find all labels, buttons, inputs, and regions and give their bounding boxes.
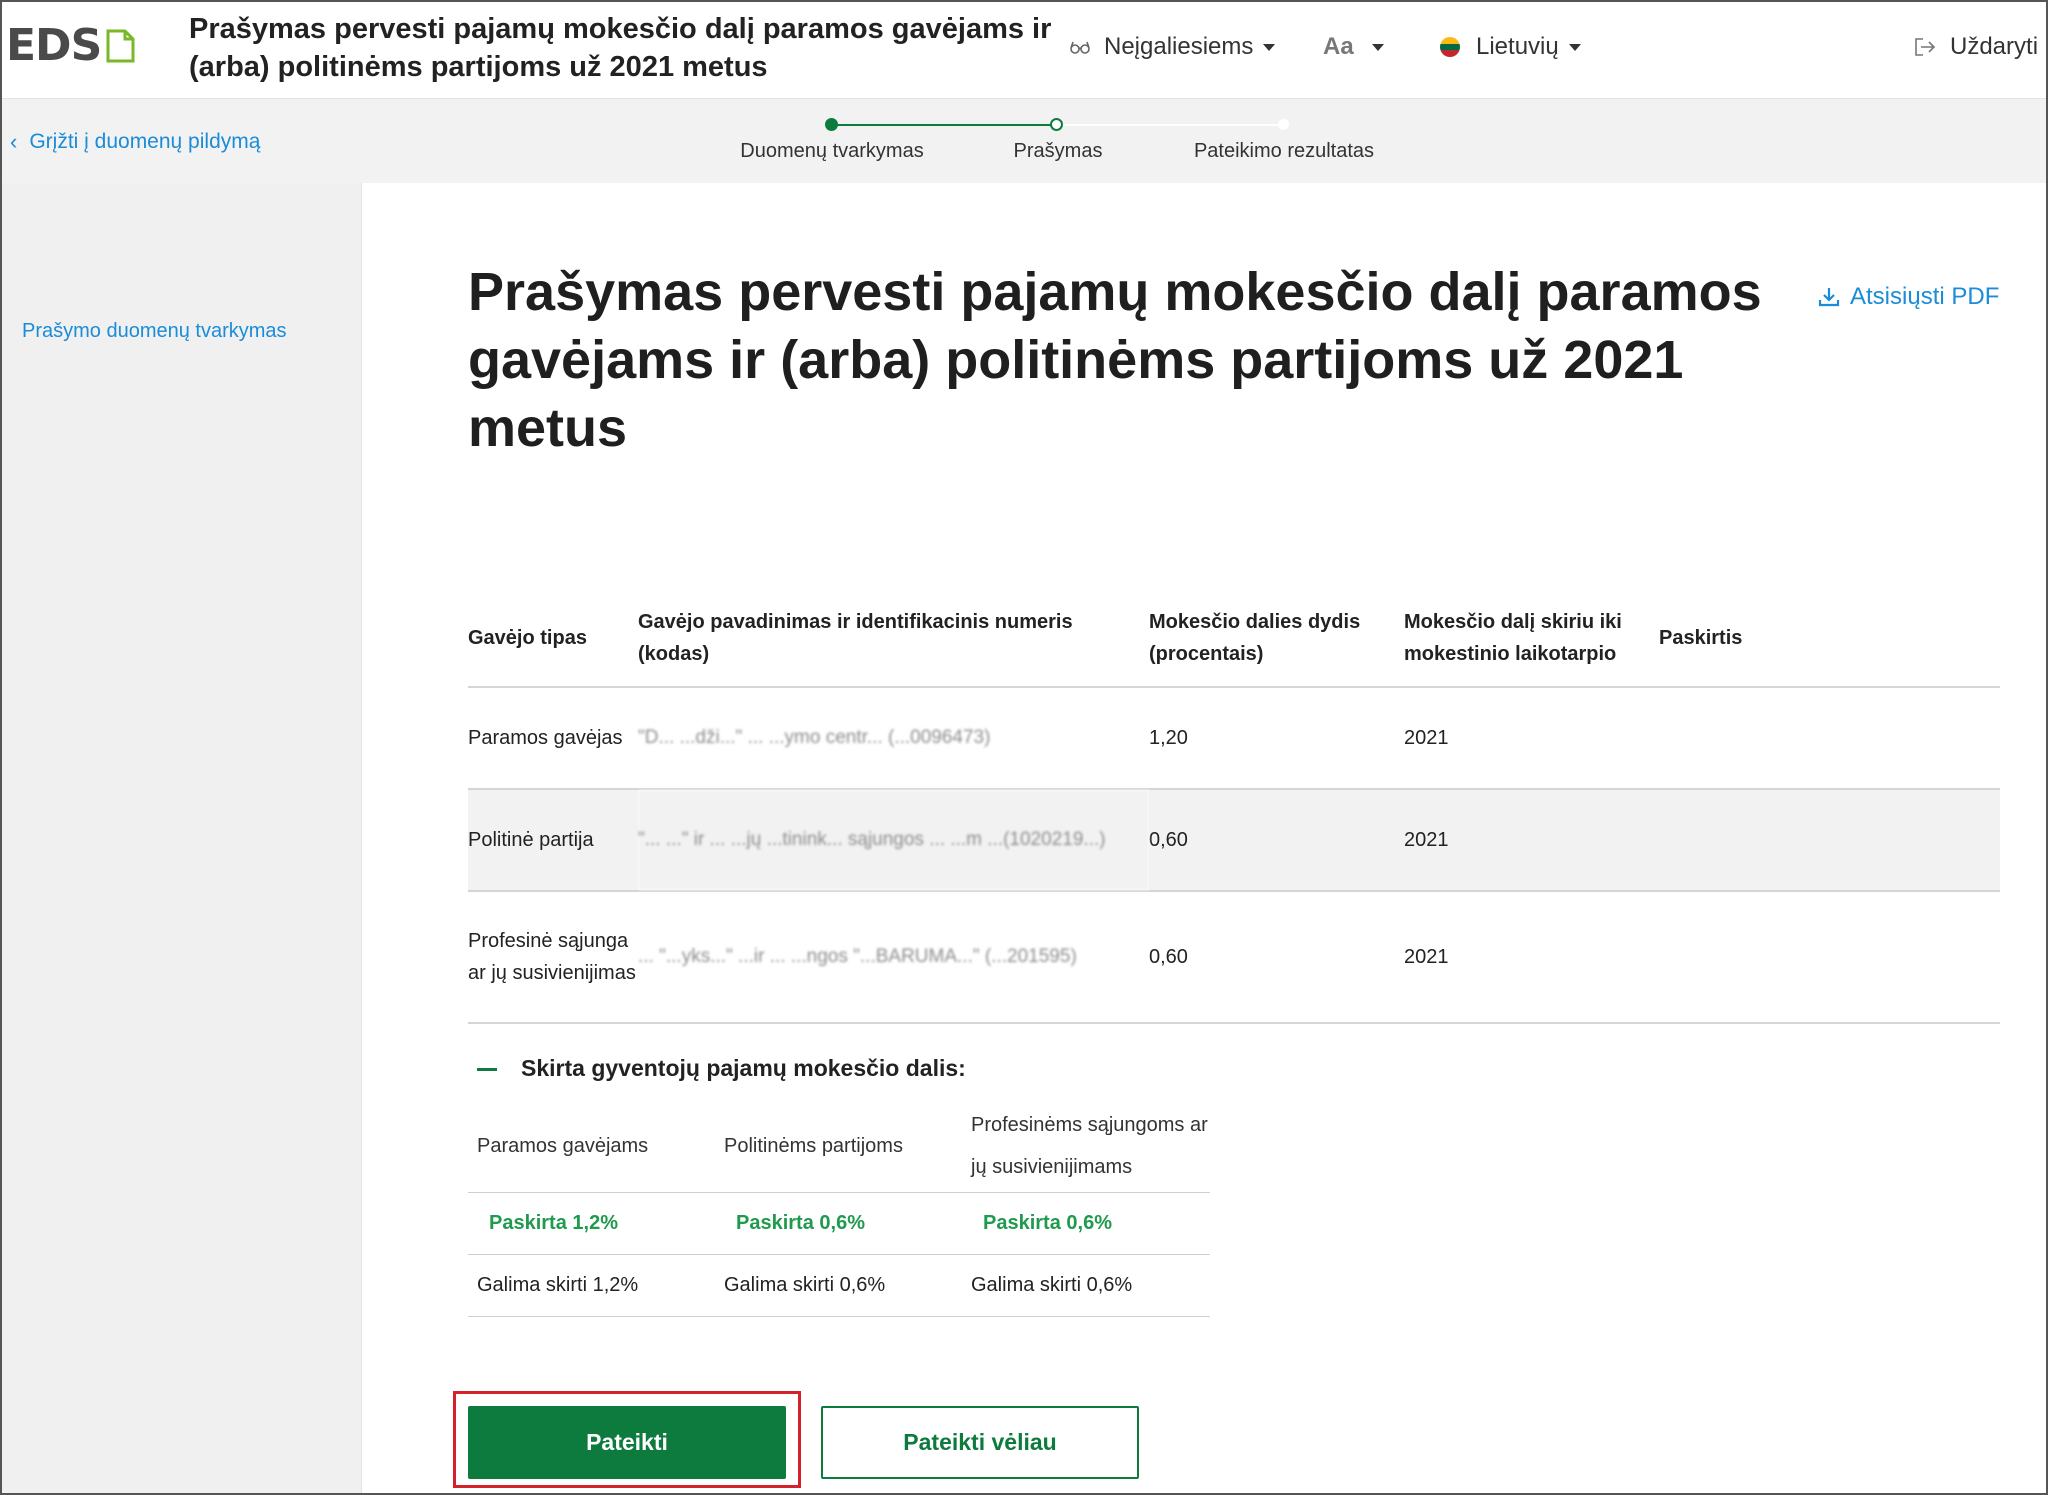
step-dot-upcoming [1278, 119, 1289, 130]
document-logo-icon [106, 29, 135, 63]
glasses-icon [1070, 41, 1090, 54]
summary-col-parties: Politinėms partijoms [715, 1100, 962, 1193]
assigned-unions: Paskirta 0,6% [962, 1192, 1210, 1255]
language-label: Lietuvių [1476, 33, 1559, 60]
language-menu[interactable]: Lietuvių [1440, 30, 1581, 64]
step-label-request[interactable]: Prašymas [948, 140, 1168, 163]
chevron-down-icon [1371, 43, 1384, 51]
summary-header-row: Paramos gavėjams Politinėms partijoms Pr… [468, 1100, 1210, 1193]
sidebar: Prašymo duomenų tvarkymas [2, 183, 362, 1493]
logo-text: EDS [6, 20, 102, 71]
submit-button[interactable]: Pateikti [468, 1406, 786, 1479]
step-label-result: Pateikimo rezultatas [1193, 140, 1375, 162]
table-row[interactable]: Paramos gavėjas "D... ...dži..." ... ...… [468, 687, 2000, 790]
font-size-label: Aa [1323, 33, 1354, 60]
step-connector-completed [831, 124, 1056, 126]
col-header-until: Mokesčio dalį skiriu iki mokestinio laik… [1404, 590, 1659, 688]
summary-title: Skirta gyventojų pajamų mokesčio dalis: [521, 1055, 966, 1081]
summary-col-unions: Profesinėms sąjungoms ar jų susivienijim… [962, 1100, 1210, 1193]
chevron-down-icon [1263, 43, 1276, 51]
col-header-percent: Mokesčio dalies dydis (procentais) [1149, 590, 1404, 688]
cell-percent: 1,20 [1149, 687, 1404, 790]
download-pdf-link[interactable]: Atsisiųsti PDF [1818, 283, 1999, 311]
summary-toggle[interactable]: Skirta gyventojų pajamų mokesčio dalis: [477, 1055, 966, 1082]
step-connector-upcoming [1056, 124, 1284, 126]
step-dot-completed [825, 118, 838, 131]
app-header: EDS Prašymas pervesti pajamų mokesčio da… [2, 2, 2046, 99]
lithuania-flag-icon [1440, 37, 1460, 57]
cell-until: 2021 [1404, 789, 1659, 892]
cell-purpose [1659, 687, 2000, 790]
cell-type: Profesinė sąjunga ar jų susivienijimas [468, 891, 638, 1024]
close-button[interactable]: Uždaryti [1914, 30, 2038, 64]
summary-available-row: Galima skirti 1,2% Galima skirti 0,6% Ga… [468, 1254, 1210, 1317]
available-support: Galima skirti 1,2% [468, 1254, 715, 1317]
accessibility-label: Neįgaliesiems [1104, 33, 1254, 60]
submit-later-button[interactable]: Pateikti vėliau [821, 1406, 1139, 1479]
col-header-recipient: Gavėjo pavadinimas ir identifikacinis nu… [638, 590, 1149, 688]
chevron-down-icon [1568, 43, 1581, 51]
recipients-table: Gavėjo tipas Gavėjo pavadinimas ir ident… [468, 590, 2000, 1024]
table-row[interactable]: Profesinė sąjunga ar jų susivienijimas .… [468, 891, 2000, 1024]
cell-type: Politinė partija [468, 789, 638, 892]
cell-type: Paramos gavėjas [468, 687, 638, 790]
col-header-type: Gavėjo tipas [468, 590, 638, 688]
close-label: Uždaryti [1950, 33, 2039, 60]
cell-purpose [1659, 891, 2000, 1024]
step-dot-current [1050, 118, 1063, 131]
eds-logo[interactable]: EDS [6, 24, 135, 68]
back-link[interactable]: ‹ Grįžti į duomenų pildymą [10, 129, 260, 155]
cell-until: 2021 [1404, 891, 1659, 1024]
download-pdf-label: Atsisiųsti PDF [1850, 283, 2000, 310]
app-title: Prašymas pervesti pajamų mokesčio dalį p… [189, 13, 1052, 83]
table-row[interactable]: Politinė partija "... ..." ir ... ...jų … [468, 789, 2000, 892]
logout-icon [1915, 38, 1936, 56]
available-parties: Galima skirti 0,6% [715, 1254, 962, 1317]
download-icon [1818, 288, 1840, 307]
col-header-purpose: Paskirtis [1659, 590, 2000, 688]
cell-recipient-redacted: "D... ...dži..." ... ...ymo centr... (..… [638, 687, 1149, 790]
summary-assigned-row: Paskirta 1,2% Paskirta 0,6% Paskirta 0,6… [468, 1192, 1210, 1255]
sidebar-item-data-management[interactable]: Prašymo duomenų tvarkymas [22, 320, 287, 343]
assigned-support: Paskirta 1,2% [468, 1192, 715, 1255]
cell-percent: 0,60 [1149, 891, 1404, 1024]
step-label-data[interactable]: Duomenų tvarkymas [722, 140, 942, 163]
summary-table: Paramos gavėjams Politinėms partijoms Pr… [468, 1100, 1210, 1317]
chevron-left-icon: ‹ [10, 129, 18, 154]
cell-recipient-redacted: "... ..." ir ... ...jų ...tinink... sąju… [638, 789, 1149, 892]
page-title: Prašymas pervesti pajamų mokesčio dalį p… [468, 262, 1762, 458]
cell-percent: 0,60 [1149, 789, 1404, 892]
available-unions: Galima skirti 0,6% [962, 1254, 1210, 1317]
summary-col-support: Paramos gavėjams [468, 1100, 715, 1193]
cell-purpose [1659, 789, 2000, 892]
accessibility-menu[interactable]: Neįgaliesiems [1070, 30, 1276, 64]
cell-recipient-redacted: ... "...yks..." ...ir ... ...ngos "...BA… [638, 891, 1149, 1024]
font-size-menu[interactable]: Aa [1323, 30, 1384, 64]
table-header-row: Gavėjo tipas Gavėjo pavadinimas ir ident… [468, 590, 2000, 688]
assigned-parties: Paskirta 0,6% [715, 1192, 962, 1255]
minus-icon [477, 1068, 497, 1071]
progress-bar: ‹ Grįžti į duomenų pildymą Duomenų tvark… [2, 99, 2046, 183]
back-label: Grįžti į duomenų pildymą [29, 130, 261, 153]
cell-until: 2021 [1404, 687, 1659, 790]
